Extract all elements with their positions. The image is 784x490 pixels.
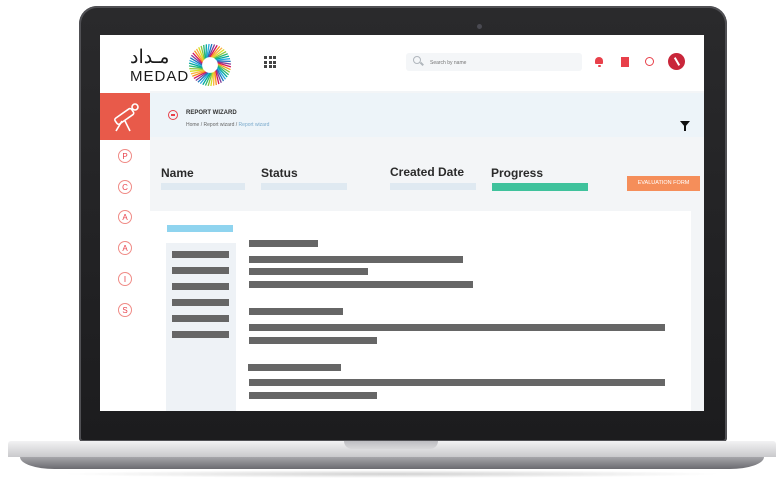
breadcrumb-home[interactable]: Home	[186, 122, 199, 128]
sidebar-item-p[interactable]: P	[118, 149, 132, 163]
name-value-placeholder	[161, 183, 245, 190]
telescope-icon	[114, 103, 139, 132]
status-value-placeholder	[261, 183, 347, 190]
text-line-placeholder	[249, 337, 377, 344]
top-bar: مـداد MEDAD	[100, 35, 704, 91]
apps-grid-icon[interactable]	[264, 56, 276, 68]
camera	[477, 24, 482, 29]
sidebar-brand-tile[interactable]	[100, 93, 150, 140]
text-line-placeholder	[249, 324, 665, 331]
sidebar-item-a-2[interactable]: A	[118, 241, 132, 255]
content-area	[150, 205, 704, 411]
nav-item-placeholder[interactable]	[172, 283, 229, 290]
column-created-date: Created Date	[390, 165, 465, 179]
progress-bar	[492, 183, 588, 191]
filter-icon[interactable]	[680, 121, 690, 131]
text-line-placeholder	[249, 256, 463, 263]
text-line-placeholder	[249, 240, 318, 247]
logo-arabic-text: مـداد	[130, 47, 170, 68]
report-card	[150, 211, 691, 411]
logo-latin-text: MEDAD	[130, 68, 190, 85]
text-line-placeholder	[249, 308, 343, 315]
laptop-shadow	[60, 470, 724, 478]
user-avatar[interactable]	[668, 53, 685, 70]
breadcrumb: Home / Report wizard / Report wizard	[186, 122, 270, 128]
sidebar-item-s[interactable]: S	[118, 303, 132, 317]
breadcrumb-report-wizard[interactable]: Report wizard	[204, 122, 235, 128]
progress-fill	[492, 183, 588, 191]
logo-burst-icon	[188, 43, 232, 87]
bell-icon[interactable]	[594, 57, 604, 67]
column-progress: Progress	[491, 166, 544, 180]
sidebar-item-i[interactable]: I	[118, 272, 132, 286]
column-status: Status	[261, 166, 298, 180]
globe-icon[interactable]	[645, 57, 655, 67]
created-date-value-placeholder	[390, 183, 476, 190]
search-box[interactable]	[406, 53, 582, 72]
bookmark-icon[interactable]	[620, 57, 630, 67]
text-line-placeholder	[248, 364, 341, 371]
text-line-placeholder	[249, 379, 665, 386]
card-heading-placeholder	[167, 225, 233, 232]
nav-item-placeholder[interactable]	[172, 267, 229, 274]
page-header: REPORT WIZARD Home / Report wizard / Rep…	[150, 93, 704, 137]
laptop-notch	[344, 441, 438, 449]
laptop-base-edge	[20, 457, 764, 469]
medad-logo[interactable]: مـداد MEDAD	[122, 41, 240, 87]
nav-item-placeholder[interactable]	[172, 331, 229, 338]
nav-item-placeholder[interactable]	[172, 251, 229, 258]
sidebar: P C A A I S	[100, 91, 150, 411]
sidebar-item-c[interactable]: C	[118, 180, 132, 194]
text-line-placeholder	[249, 392, 377, 399]
search-input[interactable]	[428, 54, 580, 72]
back-arrow-icon[interactable]	[168, 110, 178, 120]
nav-item-placeholder[interactable]	[172, 315, 229, 322]
column-name: Name	[161, 166, 194, 180]
evaluation-form-button[interactable]: EVALUATION FORM	[627, 176, 700, 191]
app-screen: مـداد MEDAD Search by name P C A A I S R…	[100, 35, 704, 411]
text-line-placeholder	[249, 268, 368, 275]
search-icon	[413, 56, 421, 64]
text-line-placeholder	[249, 281, 473, 288]
page-title: REPORT WIZARD	[186, 110, 237, 116]
breadcrumb-current: Report wizard	[238, 122, 270, 128]
nav-item-placeholder[interactable]	[172, 299, 229, 306]
sidebar-item-a[interactable]: A	[118, 210, 132, 224]
